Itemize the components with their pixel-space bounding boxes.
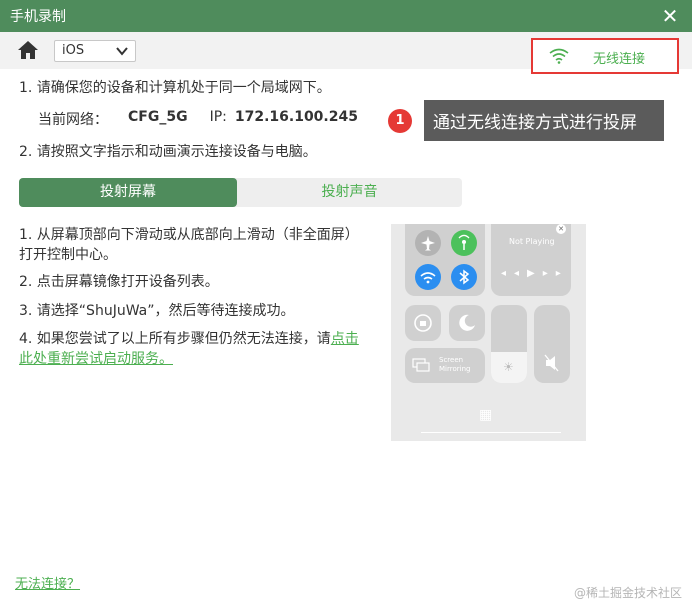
airplane-icon [415, 230, 441, 256]
next-icon: ▸▸ [542, 268, 569, 279]
previous-icon: ◂◂ [501, 268, 528, 279]
calculator-icon: ▦ [479, 407, 493, 423]
rotation-lock-tile [405, 305, 441, 341]
instruction-1: 1. 从屏幕顶部向下滑动或从底部向上滑动（非全面屏）打开控制中心。 [19, 227, 359, 263]
rotation-lock-icon [414, 314, 432, 332]
now-playing-tile [491, 224, 571, 296]
watermark: @稀土掘金技术社区 [573, 586, 682, 600]
cast-tabs: 投射屏幕 投射声音 [19, 178, 462, 207]
cellular-icon [451, 230, 477, 256]
callout-tooltip: 通过无线连接方式进行投屏 [424, 100, 664, 141]
network-info: 当前网络： CFG_5G IP: 172.16.100.245 [38, 109, 380, 129]
wifi-toggle-icon [415, 264, 441, 290]
do-not-disturb-tile [449, 305, 485, 341]
callout-number-badge: 1 [388, 109, 412, 133]
window-title: 手机录制 [10, 9, 66, 25]
instruction-2: 2. 点击屏幕镜像打开设备列表。 [19, 274, 219, 290]
control-center-animation: Not Playing ◂◂▶▸▸ ✕ ☀ Screen Mirroring ▦ [391, 224, 586, 441]
mute-icon [544, 354, 559, 372]
step-2-text: 2. 请按照文字指示和动画演示连接设备与电脑。 [19, 144, 317, 160]
close-icon[interactable]: ✕ [660, 6, 680, 26]
tab-cast-audio[interactable]: 投射声音 [237, 178, 462, 207]
cannot-connect-link[interactable]: 无法连接？ [15, 573, 80, 592]
instruction-4: 4. 如果您尝试了以上所有步骤但仍然无法连接，请点击此处重新尝试启动服务。 [19, 329, 359, 369]
media-controls: ◂◂▶▸▸ [501, 268, 569, 279]
network-value: CFG_5G [128, 109, 188, 125]
wireless-connect-label: 无线连接 [593, 52, 646, 67]
title-bar: 手机录制 ✕ [0, 0, 692, 32]
volume-slider [534, 305, 570, 383]
os-select-value: iOS [62, 43, 85, 58]
ip-label: IP: [209, 109, 227, 125]
os-select[interactable]: iOS [54, 40, 136, 62]
instruction-4-text: 4. 如果您尝试了以上所有步骤但仍然无法连接，请 [19, 331, 331, 347]
ip-value: 172.16.100.245 [234, 109, 358, 125]
tab-cast-screen[interactable]: 投射屏幕 [19, 178, 237, 207]
sun-icon: ☀ [503, 360, 514, 374]
home-indicator [421, 432, 561, 433]
step-1-text: 1. 请确保您的设备和计算机处于同一个局域网下。 [19, 80, 331, 96]
now-playing-label: Not Playing [509, 237, 555, 246]
bluetooth-icon [451, 264, 477, 290]
small-close-icon: ✕ [556, 224, 566, 234]
callout-text: 通过无线连接方式进行投屏 [433, 113, 637, 133]
moon-icon [459, 314, 475, 331]
wifi-icon [549, 48, 569, 64]
main-content: 1. 请确保您的设备和计算机处于同一个局域网下。 当前网络： CFG_5G IP… [0, 69, 692, 606]
network-label: 当前网络： [38, 112, 108, 128]
home-icon[interactable] [17, 40, 39, 60]
screen-mirroring-label: Screen Mirroring [439, 356, 471, 373]
chevron-down-icon [116, 47, 128, 56]
instruction-3: 3. 请选择“ShuJuWa”，然后等待连接成功。 [19, 303, 295, 319]
play-icon: ▶ [527, 268, 543, 279]
